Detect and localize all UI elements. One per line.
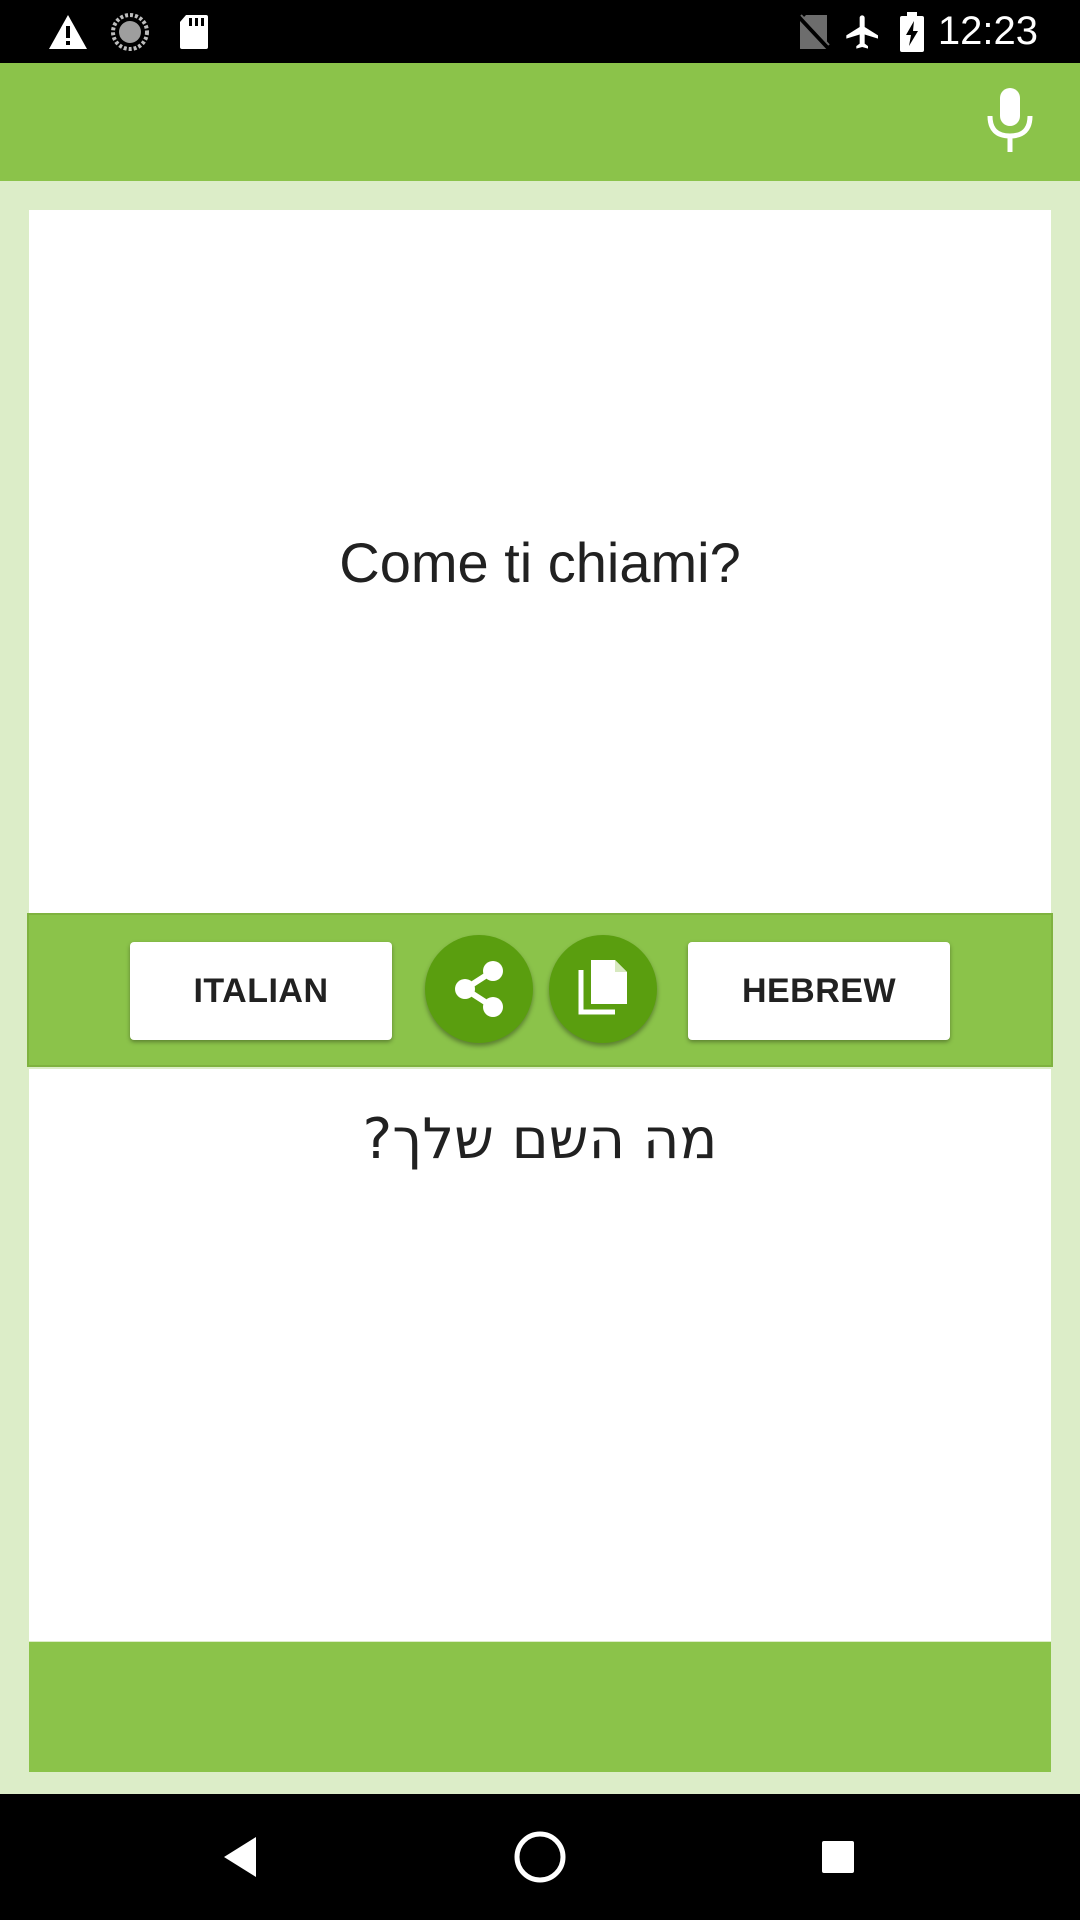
content-area: Come ti chiami? ITALIAN HEBREW מה השם של… xyxy=(0,181,1080,1794)
target-language-button[interactable]: HEBREW xyxy=(688,942,950,1040)
home-icon xyxy=(514,1831,566,1883)
battery-charging-icon xyxy=(898,0,926,63)
share-icon xyxy=(455,961,503,1017)
navigation-bar xyxy=(0,1794,1080,1920)
sync-icon xyxy=(108,0,152,63)
airplane-mode-icon xyxy=(842,0,884,63)
microphone-button[interactable] xyxy=(970,81,1050,161)
copy-icon xyxy=(578,960,627,1015)
target-text: מה השם שלך? xyxy=(362,1107,718,1172)
status-clock: 12:23 xyxy=(937,9,1038,53)
no-sim-icon xyxy=(796,0,832,63)
source-text-card[interactable]: Come ti chiami? xyxy=(29,210,1051,914)
back-button[interactable] xyxy=(200,1817,280,1897)
microphone-icon xyxy=(987,88,1033,152)
share-button[interactable] xyxy=(425,935,533,1043)
home-button[interactable] xyxy=(500,1817,580,1897)
status-bar: 12:23 xyxy=(0,0,1080,63)
sd-card-icon xyxy=(176,0,212,63)
language-bar: ITALIAN HEBREW xyxy=(27,913,1053,1067)
ad-banner xyxy=(29,1642,1051,1772)
target-text-card[interactable]: מה השם שלך? xyxy=(29,1069,1051,1641)
source-language-button[interactable]: ITALIAN xyxy=(130,942,392,1040)
recents-button[interactable] xyxy=(798,1817,878,1897)
copy-button[interactable] xyxy=(549,935,657,1043)
recents-icon xyxy=(822,1841,854,1873)
source-text: Come ti chiami? xyxy=(339,530,741,594)
app-toolbar xyxy=(0,63,1080,181)
back-icon xyxy=(224,1837,256,1877)
warning-icon xyxy=(46,0,90,63)
